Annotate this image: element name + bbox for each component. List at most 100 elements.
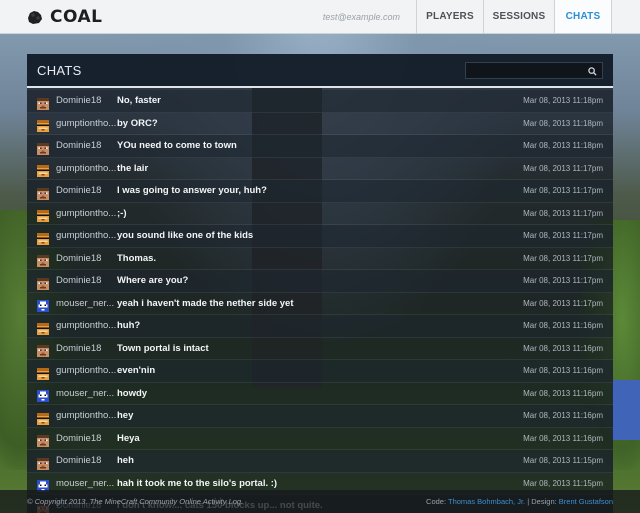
chat-list: Dominie18 No, faster Mar 08, 2013 11:18pm g… <box>27 90 613 513</box>
chat-row[interactable]: mouser_ner... howdy Mar 08, 2013 11:16pm <box>27 383 613 405</box>
avatar-gumption-icon <box>37 162 49 178</box>
chat-username[interactable]: mouser_ner... <box>56 298 117 309</box>
chat-username[interactable]: Dominie18 <box>56 185 117 196</box>
chat-message: the lair <box>117 162 149 174</box>
panel-header: CHATS <box>27 54 613 88</box>
chat-username[interactable]: gumptiontho... <box>56 365 117 376</box>
chat-username[interactable]: Dominie18 <box>56 343 117 354</box>
search-input[interactable] <box>466 67 584 82</box>
chat-username[interactable]: Dominie18 <box>56 95 117 106</box>
chat-username[interactable]: gumptiontho... <box>56 410 117 421</box>
chat-message: yeah i haven't made the nether side yet <box>117 297 294 309</box>
code-label: Code: <box>426 497 447 506</box>
copyright-text: © Copyright 2013. The MineCraft Communit… <box>27 497 244 506</box>
chat-row[interactable]: gumptiontho... huh? Mar 08, 2013 11:16pm <box>27 315 613 338</box>
chat-timestamp: Mar 08, 2013 11:17pm <box>523 231 603 241</box>
chat-timestamp: Mar 08, 2013 11:16pm <box>523 411 603 421</box>
chat-username[interactable]: Dominie18 <box>56 433 117 444</box>
chat-row[interactable]: gumptiontho... hey Mar 08, 2013 11:16pm <box>27 405 613 428</box>
code-author-link[interactable]: Thomas Bohmbach, Jr. <box>448 497 525 506</box>
avatar-gumption-icon <box>37 117 49 133</box>
chat-username[interactable]: gumptiontho... <box>56 208 117 219</box>
chat-message: huh? <box>117 320 141 332</box>
chat-row[interactable]: gumptiontho... you sound like one of the … <box>27 225 613 248</box>
chat-timestamp: Mar 08, 2013 11:16pm <box>523 343 603 353</box>
avatar-dominie-icon <box>37 252 49 268</box>
chat-message: Thomas. <box>117 252 157 264</box>
chat-message: ;-) <box>117 207 127 219</box>
chat-row[interactable]: mouser_ner... yeah i haven't made the net… <box>27 293 613 315</box>
chat-row[interactable]: Dominie18 Town portal is intact Mar 08, 20… <box>27 338 613 360</box>
chat-timestamp: Mar 08, 2013 11:18pm <box>523 118 603 128</box>
chat-row[interactable]: Dominie18 Where are you? Mar 08, 2013 11:1… <box>27 270 613 293</box>
chat-message: hey <box>117 410 134 422</box>
chat-message: Heya <box>117 432 140 444</box>
design-author-link[interactable]: Brent Gustafson <box>559 497 613 506</box>
chat-timestamp: Mar 08, 2013 11:16pm <box>523 366 603 376</box>
chat-username[interactable]: Dominie18 <box>56 455 117 466</box>
chat-timestamp: Mar 08, 2013 11:17pm <box>523 163 603 173</box>
chat-message: even'nin <box>117 365 156 377</box>
avatar-gumption-icon <box>37 365 49 380</box>
avatar-dominie-icon <box>37 140 49 155</box>
chat-username[interactable]: mouser_ner... <box>56 478 117 489</box>
chat-timestamp: Mar 08, 2013 11:17pm <box>523 298 603 308</box>
brand[interactable]: COAL <box>0 0 200 33</box>
chat-username[interactable]: gumptiontho... <box>56 163 117 174</box>
nav-sessions[interactable]: SESSIONS <box>483 0 554 33</box>
chat-username[interactable]: gumptiontho... <box>56 320 117 331</box>
chat-message: YOu need to come to town <box>117 140 237 152</box>
design-label: Design: <box>531 497 557 506</box>
chat-message: Where are you? <box>117 275 189 287</box>
nav-chats[interactable]: CHATS <box>554 0 612 33</box>
chat-timestamp: Mar 08, 2013 11:17pm <box>523 186 603 196</box>
avatar-gumption-icon <box>37 230 49 245</box>
avatar-mouser-icon <box>37 387 49 403</box>
chat-row[interactable]: Dominie18 heh Mar 08, 2013 11:15pm <box>27 450 613 473</box>
main-nav: PLAYERS SESSIONS CHATS <box>416 0 612 33</box>
chat-timestamp: Mar 08, 2013 11:15pm <box>523 456 603 466</box>
user-email[interactable]: test@example.com <box>323 12 416 22</box>
chat-timestamp: Mar 08, 2013 11:18pm <box>523 96 603 106</box>
search-button[interactable] <box>582 63 602 78</box>
avatar-dominie-icon <box>37 432 49 448</box>
chat-row[interactable]: Dominie18 YOu need to come to town Mar 08,… <box>27 135 613 158</box>
chat-row[interactable]: gumptiontho... ;-) Mar 08, 2013 11:17pm <box>27 203 613 225</box>
nav-players[interactable]: PLAYERS <box>416 0 483 33</box>
chat-username[interactable]: Dominie18 <box>56 253 117 264</box>
chat-message: I was going to answer your, huh? <box>117 185 267 197</box>
avatar-dominie-icon <box>37 455 49 470</box>
chat-row[interactable]: Dominie18 I was going to answer your, huh… <box>27 180 613 203</box>
credits-separator: | <box>527 497 530 506</box>
chat-row[interactable]: gumptiontho... by ORC? Mar 08, 2013 11:18p… <box>27 113 613 135</box>
background-water <box>612 380 640 440</box>
chat-row[interactable]: Dominie18 No, faster Mar 08, 2013 11:18pm <box>27 90 613 113</box>
chat-row[interactable]: gumptiontho... the lair Mar 08, 2013 11:17… <box>27 158 613 180</box>
chat-username[interactable]: Dominie18 <box>56 140 117 151</box>
chat-username[interactable]: mouser_ner... <box>56 388 117 399</box>
avatar-gumption-icon <box>37 207 49 223</box>
chat-username[interactable]: gumptiontho... <box>56 118 117 129</box>
chat-username[interactable]: gumptiontho... <box>56 230 117 241</box>
search-icon <box>587 61 597 80</box>
footer: © Copyright 2013. The MineCraft Communit… <box>0 490 640 513</box>
chat-timestamp: Mar 08, 2013 11:16pm <box>523 433 603 443</box>
chat-timestamp: Mar 08, 2013 11:17pm <box>523 253 603 263</box>
chat-username[interactable]: Dominie18 <box>56 275 117 286</box>
chats-panel: CHATS Dominie18 No, faster Mar 08, 2013 11… <box>27 54 613 513</box>
search-box <box>465 61 603 82</box>
avatar-mouser-icon <box>37 297 49 313</box>
chat-timestamp: Mar 08, 2013 11:17pm <box>523 276 603 286</box>
chat-timestamp: Mar 08, 2013 11:16pm <box>523 321 603 331</box>
avatar-mouser-icon <box>37 477 49 493</box>
chat-row[interactable]: Dominie18 Thomas. Mar 08, 2013 11:17pm <box>27 248 613 270</box>
avatar-dominie-icon <box>37 275 49 290</box>
credits: Code: Thomas Bohmbach, Jr. | Design: Bre… <box>426 497 613 506</box>
avatar-dominie-icon <box>37 342 49 358</box>
chat-row[interactable]: Dominie18 Heya Mar 08, 2013 11:16pm <box>27 428 613 450</box>
avatar-gumption-icon <box>37 410 49 425</box>
chat-row[interactable]: gumptiontho... even'nin Mar 08, 2013 11:16… <box>27 360 613 383</box>
chat-message: heh <box>117 455 134 467</box>
avatar-dominie-icon <box>37 185 49 200</box>
chat-message: No, faster <box>117 95 161 107</box>
